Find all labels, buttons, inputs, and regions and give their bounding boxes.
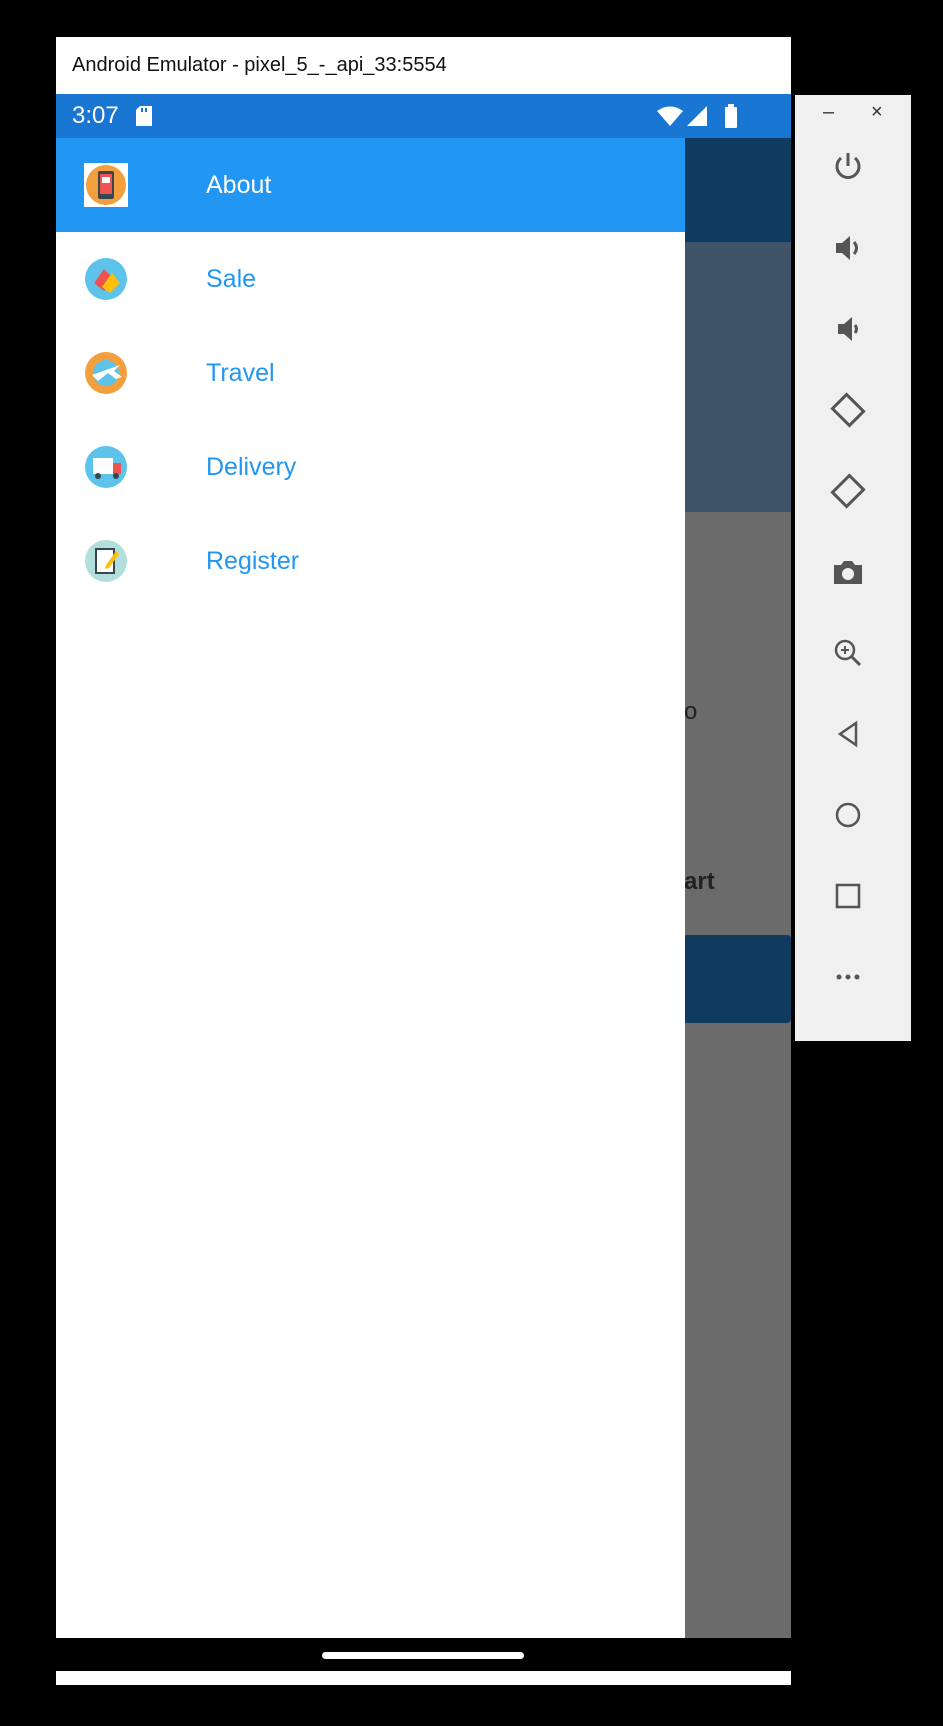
- power-icon: [835, 153, 861, 179]
- rotate-right-button[interactable]: [828, 471, 868, 511]
- device-screen: o art 3:07 About Sale Travel Delivery Re…: [56, 94, 791, 1671]
- rotate-left-button[interactable]: [828, 390, 868, 430]
- volume-up-button[interactable]: [828, 228, 868, 268]
- zoom-icon: [834, 639, 862, 667]
- home-gesture-handle[interactable]: [322, 1652, 524, 1659]
- navigation-drawer: About Sale Travel Delivery Register: [56, 138, 685, 1638]
- drawer-item-label: Sale: [206, 265, 257, 293]
- home-icon: [835, 802, 861, 828]
- drawer-item-delivery[interactable]: Delivery: [56, 420, 685, 514]
- status-bar: 3:07: [56, 94, 791, 138]
- emulator-window: Android Emulator - pixel_5_-_api_33:5554…: [56, 37, 791, 1685]
- drawer-item-label: About: [206, 171, 272, 199]
- volume-down-icon: [838, 317, 858, 341]
- overview-button[interactable]: [828, 876, 868, 916]
- travel-plane-icon: [85, 352, 127, 394]
- drawer-item-label: Delivery: [206, 453, 297, 481]
- more-icon: [836, 974, 860, 980]
- app-body-heading: art: [684, 868, 715, 895]
- register-note-icon: [85, 540, 127, 582]
- overview-icon: [835, 883, 861, 909]
- zoom-button[interactable]: [828, 633, 868, 673]
- delivery-truck-icon: [85, 446, 127, 488]
- volume-down-button[interactable]: [828, 309, 868, 349]
- window-title: Android Emulator - pixel_5_-_api_33:5554: [56, 37, 791, 94]
- minimize-button[interactable]: –: [823, 101, 834, 124]
- home-button[interactable]: [828, 795, 868, 835]
- drawer-item-label: Travel: [206, 359, 275, 387]
- drawer-item-label: Register: [206, 547, 300, 575]
- wifi-icon: [657, 106, 683, 126]
- drawer-item-about[interactable]: About: [56, 138, 685, 232]
- signal-icon: [687, 106, 707, 126]
- drawer-item-sale[interactable]: Sale: [56, 232, 685, 326]
- rotate-right-icon: [830, 473, 866, 509]
- emulator-side-toolbar: – ×: [795, 95, 911, 1041]
- power-button[interactable]: [828, 147, 868, 187]
- more-button[interactable]: [828, 957, 868, 997]
- sale-tag-icon: [85, 258, 127, 300]
- back-button[interactable]: [828, 714, 868, 754]
- app-body-text: o: [684, 698, 698, 725]
- screenshot-button[interactable]: [828, 552, 868, 592]
- camera-icon: [834, 561, 862, 584]
- sd-card-icon: [136, 106, 152, 126]
- side-toolbar-header: – ×: [795, 95, 911, 135]
- drawer-item-travel[interactable]: Travel: [56, 326, 685, 420]
- volume-up-icon: [836, 236, 858, 260]
- drawer-item-register[interactable]: Register: [56, 514, 685, 608]
- gesture-nav-bar: [56, 1638, 791, 1671]
- status-time: 3:07: [72, 102, 119, 129]
- phone-icon: [84, 163, 128, 207]
- close-button[interactable]: ×: [871, 101, 883, 124]
- back-icon: [837, 720, 858, 748]
- battery-icon: [725, 104, 737, 128]
- rotate-left-icon: [830, 392, 866, 428]
